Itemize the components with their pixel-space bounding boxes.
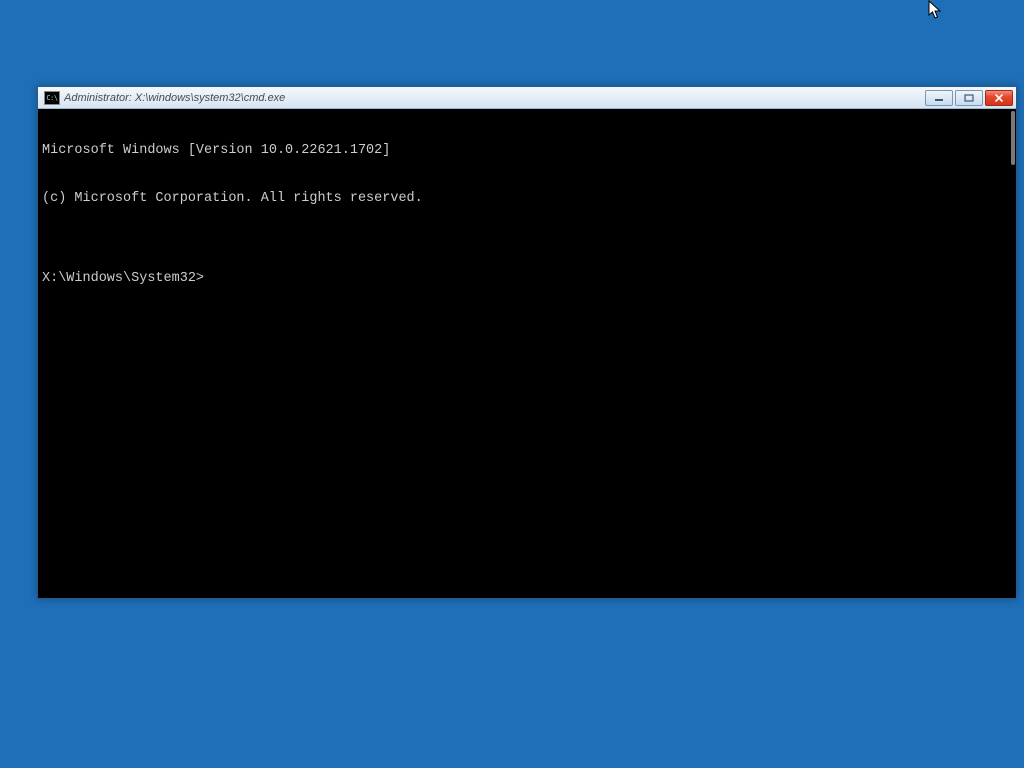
window-title: Administrator: X:\windows\system32\cmd.e… [64,92,925,104]
scrollbar-thumb[interactable] [1011,111,1015,165]
cmd-window: C:\ Administrator: X:\windows\system32\c… [37,86,1017,599]
titlebar[interactable]: C:\ Administrator: X:\windows\system32\c… [38,87,1016,109]
terminal-output[interactable]: Microsoft Windows [Version 10.0.22621.17… [38,109,1016,598]
mouse-cursor-icon [928,0,944,22]
terminal-line-version: Microsoft Windows [Version 10.0.22621.17… [42,143,1012,159]
terminal-prompt: X:\Windows\System32> [42,271,1012,287]
close-button[interactable] [985,90,1013,106]
terminal-line-copyright: (c) Microsoft Corporation. All rights re… [42,191,1012,207]
window-controls [925,90,1013,106]
maximize-button[interactable] [955,90,983,106]
cmd-icon: C:\ [44,91,60,105]
minimize-button[interactable] [925,90,953,106]
